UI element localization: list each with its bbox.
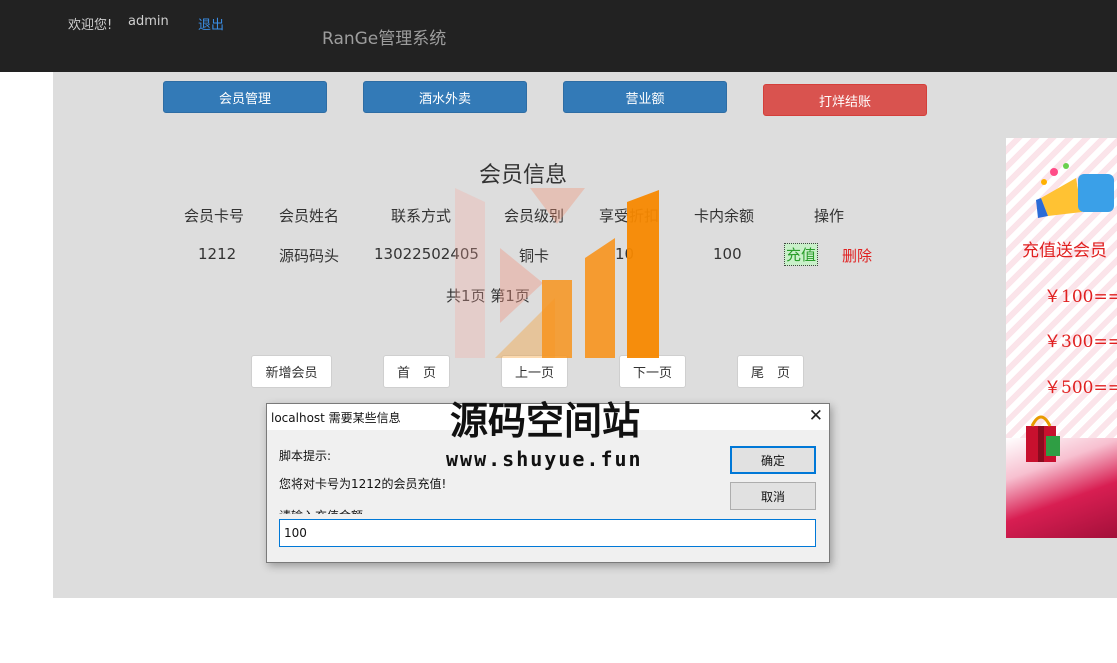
cell-level: 铜卡 <box>519 247 550 265</box>
dialog-script-label: 脚本提示: <box>279 449 332 463</box>
brand-title: RanGe管理系统 <box>322 29 447 49</box>
column-header-phone: 联系方式 <box>391 207 452 225</box>
cell-discount: 10 <box>615 245 635 263</box>
revenue-button[interactable]: 营业额 <box>563 81 727 113</box>
dialog-input-label: 请输入充值金额 <box>279 507 389 514</box>
column-header-balance: 卡内余额 <box>694 207 755 225</box>
cell-balance: 100 <box>713 245 742 263</box>
username: admin <box>128 14 169 29</box>
close-shop-button[interactable]: 打烊结账 <box>763 84 927 116</box>
column-header-card: 会员卡号 <box>184 207 245 225</box>
dialog-titlebar: localhost 需要某些信息 ✕ <box>267 404 829 430</box>
section-title: 会员信息 <box>479 163 568 188</box>
cancel-button[interactable]: 取消 <box>730 482 816 510</box>
ok-button[interactable]: 确定 <box>730 446 816 474</box>
recharge-amount-input[interactable] <box>279 519 816 547</box>
drinks-takeout-button[interactable]: 酒水外卖 <box>363 81 527 113</box>
gift-bag-icon <box>1026 415 1060 462</box>
banner-offer-500: ￥500==0 <box>1044 378 1117 398</box>
cell-card: 1212 <box>198 245 237 263</box>
banner-offer-100: ￥100==0 <box>1044 287 1117 307</box>
cell-phone: 13022502405 <box>374 245 479 263</box>
dialog-message: 您将对卡号为1212的会员充值! <box>279 477 447 491</box>
delete-link[interactable]: 删除 <box>842 245 872 266</box>
megaphone-icon <box>1036 163 1114 218</box>
column-header-actions: 操作 <box>814 207 845 225</box>
recharge-link[interactable]: 充值 <box>784 243 819 266</box>
banner-headline: 充值送会员 <box>1022 241 1107 261</box>
first-page-button[interactable]: 首 页 <box>383 355 450 388</box>
member-management-button[interactable]: 会员管理 <box>163 81 327 113</box>
welcome-text: 欢迎您! <box>68 18 113 33</box>
column-header-name: 会员姓名 <box>279 207 340 225</box>
last-page-button[interactable]: 尾 页 <box>737 355 804 388</box>
logout-link[interactable]: 退出 <box>198 14 224 33</box>
cell-name: 源码码头 <box>279 247 340 265</box>
prompt-dialog: localhost 需要某些信息 ✕ 脚本提示: 您将对卡号为1212的会员充值… <box>266 403 830 563</box>
add-member-button[interactable]: 新增会员 <box>251 355 332 388</box>
column-header-discount: 享受折扣 <box>599 207 660 225</box>
promo-banner: 充值送会员 ￥100==0 ￥300==0 ￥500==0 <box>1006 138 1117 538</box>
top-navbar: 欢迎您! admin 退出 RanGe管理系统 <box>0 0 1117 72</box>
prev-page-button[interactable]: 上一页 <box>501 355 568 388</box>
banner-offer-300: ￥300==0 <box>1044 332 1117 352</box>
column-header-level: 会员级别 <box>504 207 565 225</box>
next-page-button[interactable]: 下一页 <box>619 355 686 388</box>
dialog-title: localhost 需要某些信息 <box>271 411 401 425</box>
close-icon[interactable]: ✕ <box>809 406 823 426</box>
page-info: 共1页 第1页 <box>446 287 530 305</box>
